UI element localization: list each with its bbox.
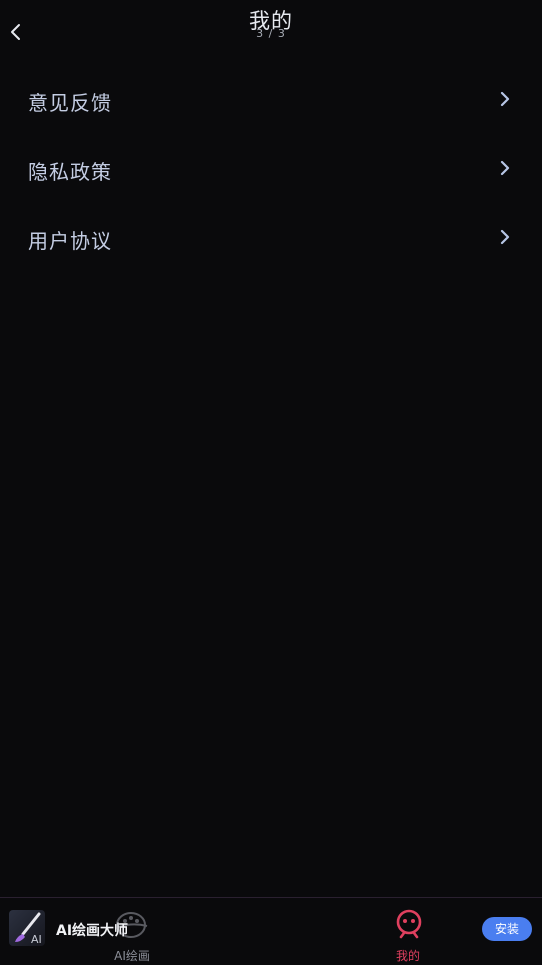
page-indicator: 3 / 3 [256, 27, 286, 40]
chevron-right-icon [500, 229, 510, 245]
chevron-right-icon [500, 91, 510, 107]
menu-item-privacy-policy[interactable]: 隐私政策 [0, 135, 542, 204]
menu-item-label: 用户协议 [28, 229, 112, 253]
ad-app-title: AI绘画大师 [56, 923, 129, 939]
paintbrush-icon: AI [15, 912, 42, 946]
chevron-right-icon [500, 160, 510, 176]
menu-item-label: 隐私政策 [28, 160, 112, 184]
tab-mine[interactable]: 我的 [376, 908, 440, 964]
app-logo[interactable]: AI [9, 910, 45, 946]
menu-item-label: 意见反馈 [28, 91, 112, 115]
install-button[interactable]: 安装 [482, 917, 532, 941]
menu-item-feedback[interactable]: 意见反馈 [0, 66, 542, 135]
tab-label: 我的 [395, 949, 420, 963]
svg-text:AI: AI [31, 933, 42, 946]
robot-face-icon [396, 909, 422, 939]
menu-item-user-agreement[interactable]: 用户协议 [0, 204, 542, 273]
menu-list: 意见反馈 隐私政策 用户协议 [0, 66, 542, 273]
bottom-nav: AI AI绘画 AI绘画大师 我的 安装 [0, 897, 542, 965]
top-bar: 我的 3 / 3 [0, 0, 542, 60]
tab-label: AI绘画 [114, 949, 150, 963]
